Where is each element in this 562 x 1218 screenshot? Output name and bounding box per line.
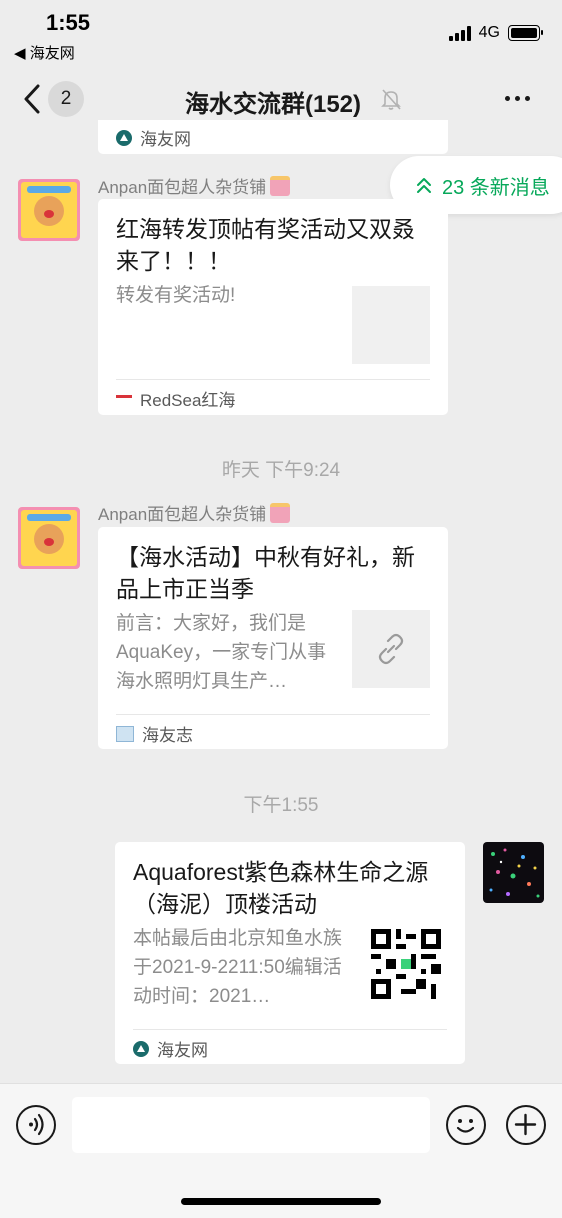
avatar[interactable] [483, 842, 544, 903]
link-card[interactable]: 红海转发顶帖有奖活动又双叒来了！！！ 转发有奖活动! RedSea红海 [98, 199, 448, 415]
card-source-label: 海友网 [157, 1041, 208, 1060]
card-thumbnail [352, 286, 430, 364]
source-logo-icon [116, 725, 134, 742]
card-source-label: RedSea红海 [140, 391, 236, 410]
card-source: 海友网 [116, 125, 191, 150]
card-description: 转发有奖活动! [116, 285, 236, 306]
link-icon [378, 633, 404, 665]
back-chevron-icon[interactable] [20, 82, 44, 116]
card-source-label: 海友网 [140, 130, 191, 149]
link-card[interactable]: Aquaforest紫色森林生命之源（海泥）顶楼活动 本帖最后由北京知鱼水族于2… [115, 842, 465, 1064]
source-logo-icon [116, 129, 132, 146]
sender-name: Anpan面包超人杂货铺 [98, 173, 291, 198]
card-description: 前言：大家好，我们是AquaKey，一家专门从事海水照明灯具生产… [116, 613, 327, 692]
source-logo-icon [133, 1040, 149, 1057]
card-thumbnail [352, 610, 430, 688]
sender-name-label: Anpan面包超人杂货铺 [98, 178, 267, 197]
shopping-bag-icon [270, 175, 291, 196]
card-title: Aquaforest紫色森林生命之源（海泥）顶楼活动 [133, 859, 429, 917]
avatar[interactable] [18, 507, 80, 569]
card-divider [133, 1029, 447, 1030]
partial-link-card[interactable]: 海友网 [98, 120, 448, 154]
sender-name-label: Anpan面包超人杂货铺 [98, 505, 267, 524]
card-title: 红海转发顶帖有奖活动又双叒来了！！！ [116, 216, 415, 274]
card-divider [116, 714, 430, 715]
link-card[interactable]: 【海水活动】中秋有好礼，新品上市正当季 前言：大家好，我们是AquaKey，一家… [98, 527, 448, 749]
card-title: 【海水活动】中秋有好礼，新品上市正当季 [116, 544, 415, 602]
timestamp: 昨天 下午9:24 [221, 460, 341, 481]
shopping-bag-icon [270, 502, 291, 523]
card-source: 海友志 [116, 721, 193, 746]
home-indicator[interactable] [181, 1198, 381, 1205]
sender-name: Anpan面包超人杂货铺 [98, 500, 291, 525]
card-source: 海友网 [133, 1036, 208, 1061]
source-logo-icon [116, 394, 132, 403]
double-chevron-up-icon [417, 178, 431, 193]
network-type: 4G [478, 24, 500, 41]
emoji-icon[interactable] [446, 1105, 486, 1145]
signal-icon [448, 25, 471, 41]
mute-bell-icon [379, 87, 403, 111]
qr-code-thumbnail [371, 929, 441, 999]
card-divider [116, 379, 430, 380]
more-dots-icon[interactable] [505, 96, 530, 101]
unread-count-badge[interactable]: 2 [48, 81, 84, 117]
plus-icon[interactable] [506, 1105, 546, 1145]
new-messages-label: 23 条新消息 [442, 176, 550, 199]
message-input[interactable] [72, 1097, 430, 1153]
avatar[interactable] [18, 179, 80, 241]
battery-icon [508, 25, 543, 41]
chat-title: 海水交流群(152) [185, 91, 362, 118]
back-to-app-link[interactable]: ◀ 海友网 [14, 42, 75, 63]
card-source-label: 海友志 [142, 726, 193, 745]
voice-icon[interactable] [16, 1105, 56, 1145]
status-indicators: 4G [448, 24, 543, 42]
status-time: 1:55 [46, 10, 91, 35]
card-source: RedSea红海 [116, 386, 235, 411]
card-description: 本帖最后由北京知鱼水族于2021-9-2211:50编辑活动时间：2021… [133, 928, 343, 1007]
timestamp: 下午1:55 [243, 795, 319, 816]
